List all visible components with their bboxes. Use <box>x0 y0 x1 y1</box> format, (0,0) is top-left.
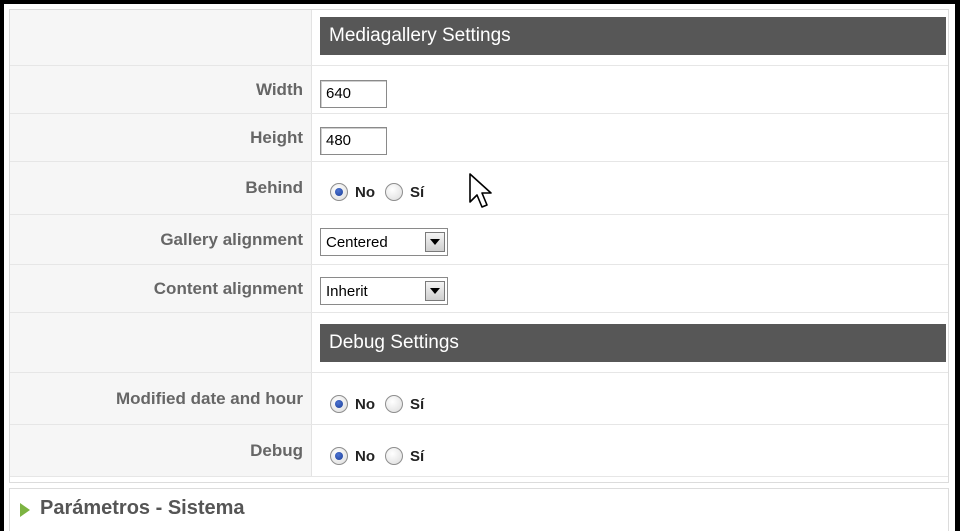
behind-no-label[interactable]: No <box>355 184 375 201</box>
debug-settings-header: Debug Settings <box>320 324 946 362</box>
label-cell: Width <box>10 66 312 113</box>
window-border-top <box>0 0 960 4</box>
modified-date-si-radio[interactable] <box>385 395 403 413</box>
window-border-left <box>0 0 4 531</box>
label-cell: Content alignment <box>10 265 312 312</box>
label-cell <box>10 10 312 65</box>
parametros-sistema-section[interactable]: Parámetros - Sistema <box>9 488 949 531</box>
modified-date-no-radio[interactable] <box>330 395 348 413</box>
behind-radio-group: No Sí <box>330 177 434 207</box>
debug-radio-group: No Sí <box>330 441 434 471</box>
gallery-alignment-label: Gallery alignment <box>160 229 303 249</box>
modified-date-si-label[interactable]: Sí <box>410 396 424 413</box>
gallery-alignment-select[interactable]: Centered <box>320 228 448 256</box>
content-alignment-row: Content alignment <box>10 265 948 313</box>
behind-si-radio[interactable] <box>385 183 403 201</box>
mediagallery-settings-header: Mediagallery Settings <box>320 17 946 55</box>
gallery-alignment-row: Gallery alignment <box>10 215 948 265</box>
content-alignment-select[interactable]: Inherit <box>320 277 448 305</box>
width-input[interactable]: 640 <box>320 80 387 108</box>
behind-no-radio[interactable] <box>330 183 348 201</box>
label-cell: Height <box>10 114 312 161</box>
width-row: Width <box>10 66 948 114</box>
behind-label: Behind <box>245 178 303 197</box>
debug-row: Debug <box>10 425 948 477</box>
label-cell: Modified date and hour <box>10 373 312 424</box>
behind-si-label[interactable]: Sí <box>410 184 424 201</box>
modified-date-radio-group: No Sí <box>330 389 434 419</box>
debug-no-label[interactable]: No <box>355 448 375 465</box>
debug-si-label[interactable]: Sí <box>410 448 424 465</box>
chevron-down-icon[interactable] <box>425 281 445 301</box>
modified-date-label: Modified date and hour <box>116 388 303 408</box>
modified-date-no-label[interactable]: No <box>355 396 375 413</box>
label-cell: Debug <box>10 425 312 476</box>
modified-date-row: Modified date and hour <box>10 373 948 425</box>
label-cell <box>10 313 312 372</box>
label-cell: Behind <box>10 162 312 214</box>
settings-window: Mediagallery Settings Width 640 Height 4… <box>0 0 960 531</box>
width-label: Width <box>255 79 303 99</box>
window-border-right <box>955 0 960 531</box>
content-alignment-value: Inherit <box>326 282 368 300</box>
debug-no-radio[interactable] <box>330 447 348 465</box>
content-alignment-label: Content alignment <box>153 278 303 298</box>
height-row: Height <box>10 114 948 162</box>
debug-label: Debug <box>250 440 303 460</box>
gallery-alignment-value: Centered <box>326 233 388 251</box>
debug-si-radio[interactable] <box>385 447 403 465</box>
label-cell: Gallery alignment <box>10 215 312 264</box>
parametros-sistema-title[interactable]: Parámetros - Sistema <box>40 497 245 520</box>
height-input[interactable]: 480 <box>320 127 387 155</box>
mouse-pointer-icon <box>469 173 492 208</box>
expand-arrow-icon[interactable] <box>20 503 30 517</box>
chevron-down-icon[interactable] <box>425 232 445 252</box>
height-label: Height <box>250 127 303 147</box>
